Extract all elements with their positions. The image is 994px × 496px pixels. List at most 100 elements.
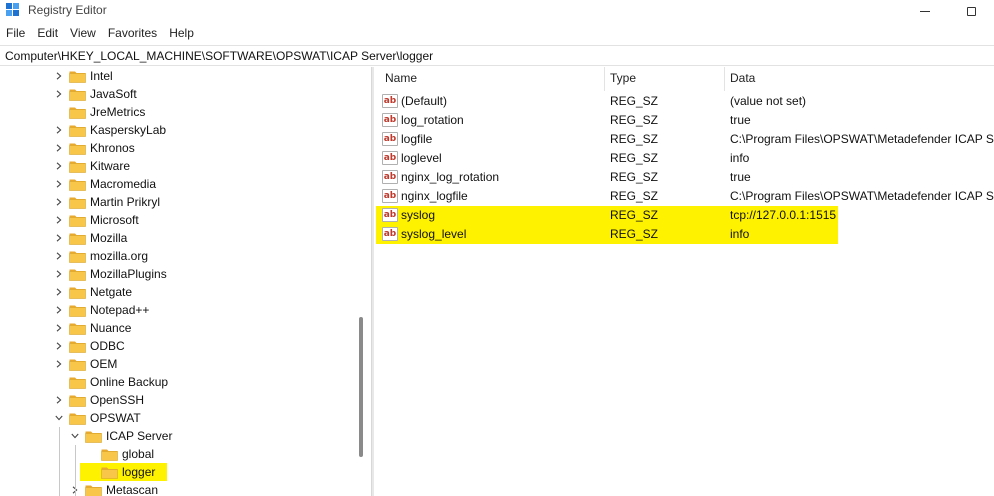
folder-icon	[69, 376, 86, 389]
maximize-button[interactable]	[948, 0, 994, 22]
chevron-right-icon[interactable]	[54, 395, 64, 405]
column-header-type[interactable]: Type	[610, 71, 636, 85]
menu-favorites[interactable]: Favorites	[102, 24, 163, 44]
folder-icon	[69, 196, 86, 209]
chevron-right-icon[interactable]	[54, 251, 64, 261]
column-divider[interactable]	[604, 67, 605, 91]
tree-item-label: OPSWAT	[90, 411, 141, 425]
menu-edit[interactable]: Edit	[31, 24, 64, 44]
tree-item[interactable]: ICAP Server	[70, 427, 172, 445]
value-data: info	[730, 227, 750, 241]
chevron-right-icon[interactable]	[54, 233, 64, 243]
tree-item[interactable]: Netgate	[54, 283, 132, 301]
column-header-data[interactable]: Data	[730, 71, 755, 85]
address-path[interactable]: Computer\HKEY_LOCAL_MACHINE\SOFTWARE\OPS…	[5, 49, 433, 63]
tree-item[interactable]: Intel	[54, 67, 113, 85]
tree-item[interactable]: Nuance	[54, 319, 131, 337]
value-name: log_rotation	[401, 113, 464, 127]
tree-item[interactable]: Martin Prikryl	[54, 193, 160, 211]
tree-item[interactable]: mozilla.org	[54, 247, 148, 265]
chevron-right-icon[interactable]	[54, 161, 64, 171]
value-row[interactable]: ab syslog_level REG_SZ info	[376, 225, 838, 244]
tree-item[interactable]: Kitware	[54, 157, 130, 175]
folder-icon	[101, 448, 118, 461]
value-row[interactable]: ab syslog REG_SZ tcp://127.0.0.1:1515	[376, 206, 838, 225]
tree-item[interactable]: Online Backup	[54, 373, 168, 391]
tree-item[interactable]: Mozilla	[54, 229, 127, 247]
tree-scrollbar-thumb[interactable]	[359, 317, 363, 457]
column-divider[interactable]	[724, 67, 725, 91]
tree-item-label: OpenSSH	[90, 393, 145, 407]
value-name: syslog_level	[401, 227, 467, 241]
value-type: REG_SZ	[610, 132, 659, 146]
value-row[interactable]: ab nginx_logfile REG_SZ C:\Program Files\OP…	[376, 187, 994, 206]
menu-view[interactable]: View	[64, 24, 102, 44]
column-header-name[interactable]: Name	[385, 71, 417, 85]
folder-icon	[69, 214, 86, 227]
value-data: (value not set)	[730, 94, 807, 108]
tree-item[interactable]: Khronos	[54, 139, 135, 157]
tree-item-label: Intel	[90, 69, 113, 83]
value-type: REG_SZ	[610, 113, 659, 127]
menu-bar: File Edit View Favorites Help	[0, 24, 200, 44]
tree-item[interactable]: KasperskyLab	[54, 121, 166, 139]
tree-item[interactable]: Macromedia	[54, 175, 156, 193]
chevron-right-icon[interactable]	[54, 305, 64, 315]
chevron-right-icon[interactable]	[54, 215, 64, 225]
tree-item[interactable]: Notepad++	[54, 301, 149, 319]
minimize-button[interactable]	[902, 0, 948, 22]
tree-item-label: KasperskyLab	[90, 123, 167, 137]
value-row[interactable]: ab loglevel REG_SZ info	[376, 149, 994, 168]
key-tree-pane: Metascan logger global ICAP Server OPSWAT Ope…	[0, 67, 370, 496]
tree-item[interactable]: ODBC	[54, 337, 125, 355]
folder-icon	[69, 340, 86, 353]
folder-icon	[69, 268, 86, 281]
chevron-down-icon[interactable]	[70, 431, 80, 441]
tree-item[interactable]: OPSWAT	[54, 409, 141, 427]
tree-item[interactable]: OEM	[54, 355, 117, 373]
value-row[interactable]: ab nginx_log_rotation REG_SZ true	[376, 168, 994, 187]
value-name: nginx_logfile	[401, 189, 468, 203]
menu-help[interactable]: Help	[163, 24, 200, 44]
chevron-right-icon[interactable]	[54, 179, 64, 189]
chevron-right-icon[interactable]	[54, 323, 64, 333]
chevron-right-icon[interactable]	[54, 359, 64, 369]
string-value-icon: ab	[382, 170, 398, 184]
chevron-down-icon[interactable]	[54, 413, 64, 423]
window-title: Registry Editor	[28, 3, 107, 17]
tree-item-label: logger	[122, 465, 156, 479]
value-data: info	[730, 151, 750, 165]
chevron-right-icon[interactable]	[54, 287, 64, 297]
address-bar[interactable]: Computer\HKEY_LOCAL_MACHINE\SOFTWARE\OPS…	[0, 45, 994, 66]
tree-item[interactable]: global	[86, 445, 154, 463]
tree-item[interactable]: OpenSSH	[54, 391, 144, 409]
value-row[interactable]: ab (Default) REG_SZ (value not set)	[376, 92, 994, 111]
chevron-right-icon[interactable]	[54, 71, 64, 81]
chevron-right-icon[interactable]	[54, 341, 64, 351]
tree-item[interactable]: Microsoft	[54, 211, 139, 229]
value-row[interactable]: ab log_rotation REG_SZ true	[376, 111, 994, 130]
pane-splitter[interactable]	[371, 67, 374, 496]
maximize-icon	[966, 6, 976, 16]
tree-item[interactable]: Metascan	[70, 481, 158, 496]
tree-item[interactable]: MozillaPlugins	[54, 265, 167, 283]
tree-item[interactable]: JavaSoft	[54, 85, 137, 103]
folder-icon	[69, 178, 86, 191]
tree-item[interactable]: logger	[80, 463, 168, 481]
chevron-right-icon[interactable]	[54, 143, 64, 153]
folder-icon	[69, 394, 86, 407]
menu-file[interactable]: File	[0, 24, 31, 44]
value-type: REG_SZ	[610, 170, 659, 184]
value-name: logfile	[401, 132, 433, 146]
value-row[interactable]: ab logfile REG_SZ C:\Program Files\OPSWAT\M…	[376, 130, 994, 149]
chevron-right-icon[interactable]	[54, 197, 64, 207]
string-value-icon: ab	[382, 208, 398, 222]
list-header: Name Type Data	[376, 67, 994, 91]
tree-item-label: mozilla.org	[90, 249, 149, 263]
chevron-right-icon[interactable]	[54, 89, 64, 99]
tree-item[interactable]: JreMetrics	[54, 103, 145, 121]
value-data: C:\Program Files\OPSWAT\Metadefender ICA…	[730, 189, 994, 203]
chevron-right-icon[interactable]	[54, 269, 64, 279]
chevron-right-icon[interactable]	[54, 125, 64, 135]
string-value-icon: ab	[382, 94, 398, 108]
